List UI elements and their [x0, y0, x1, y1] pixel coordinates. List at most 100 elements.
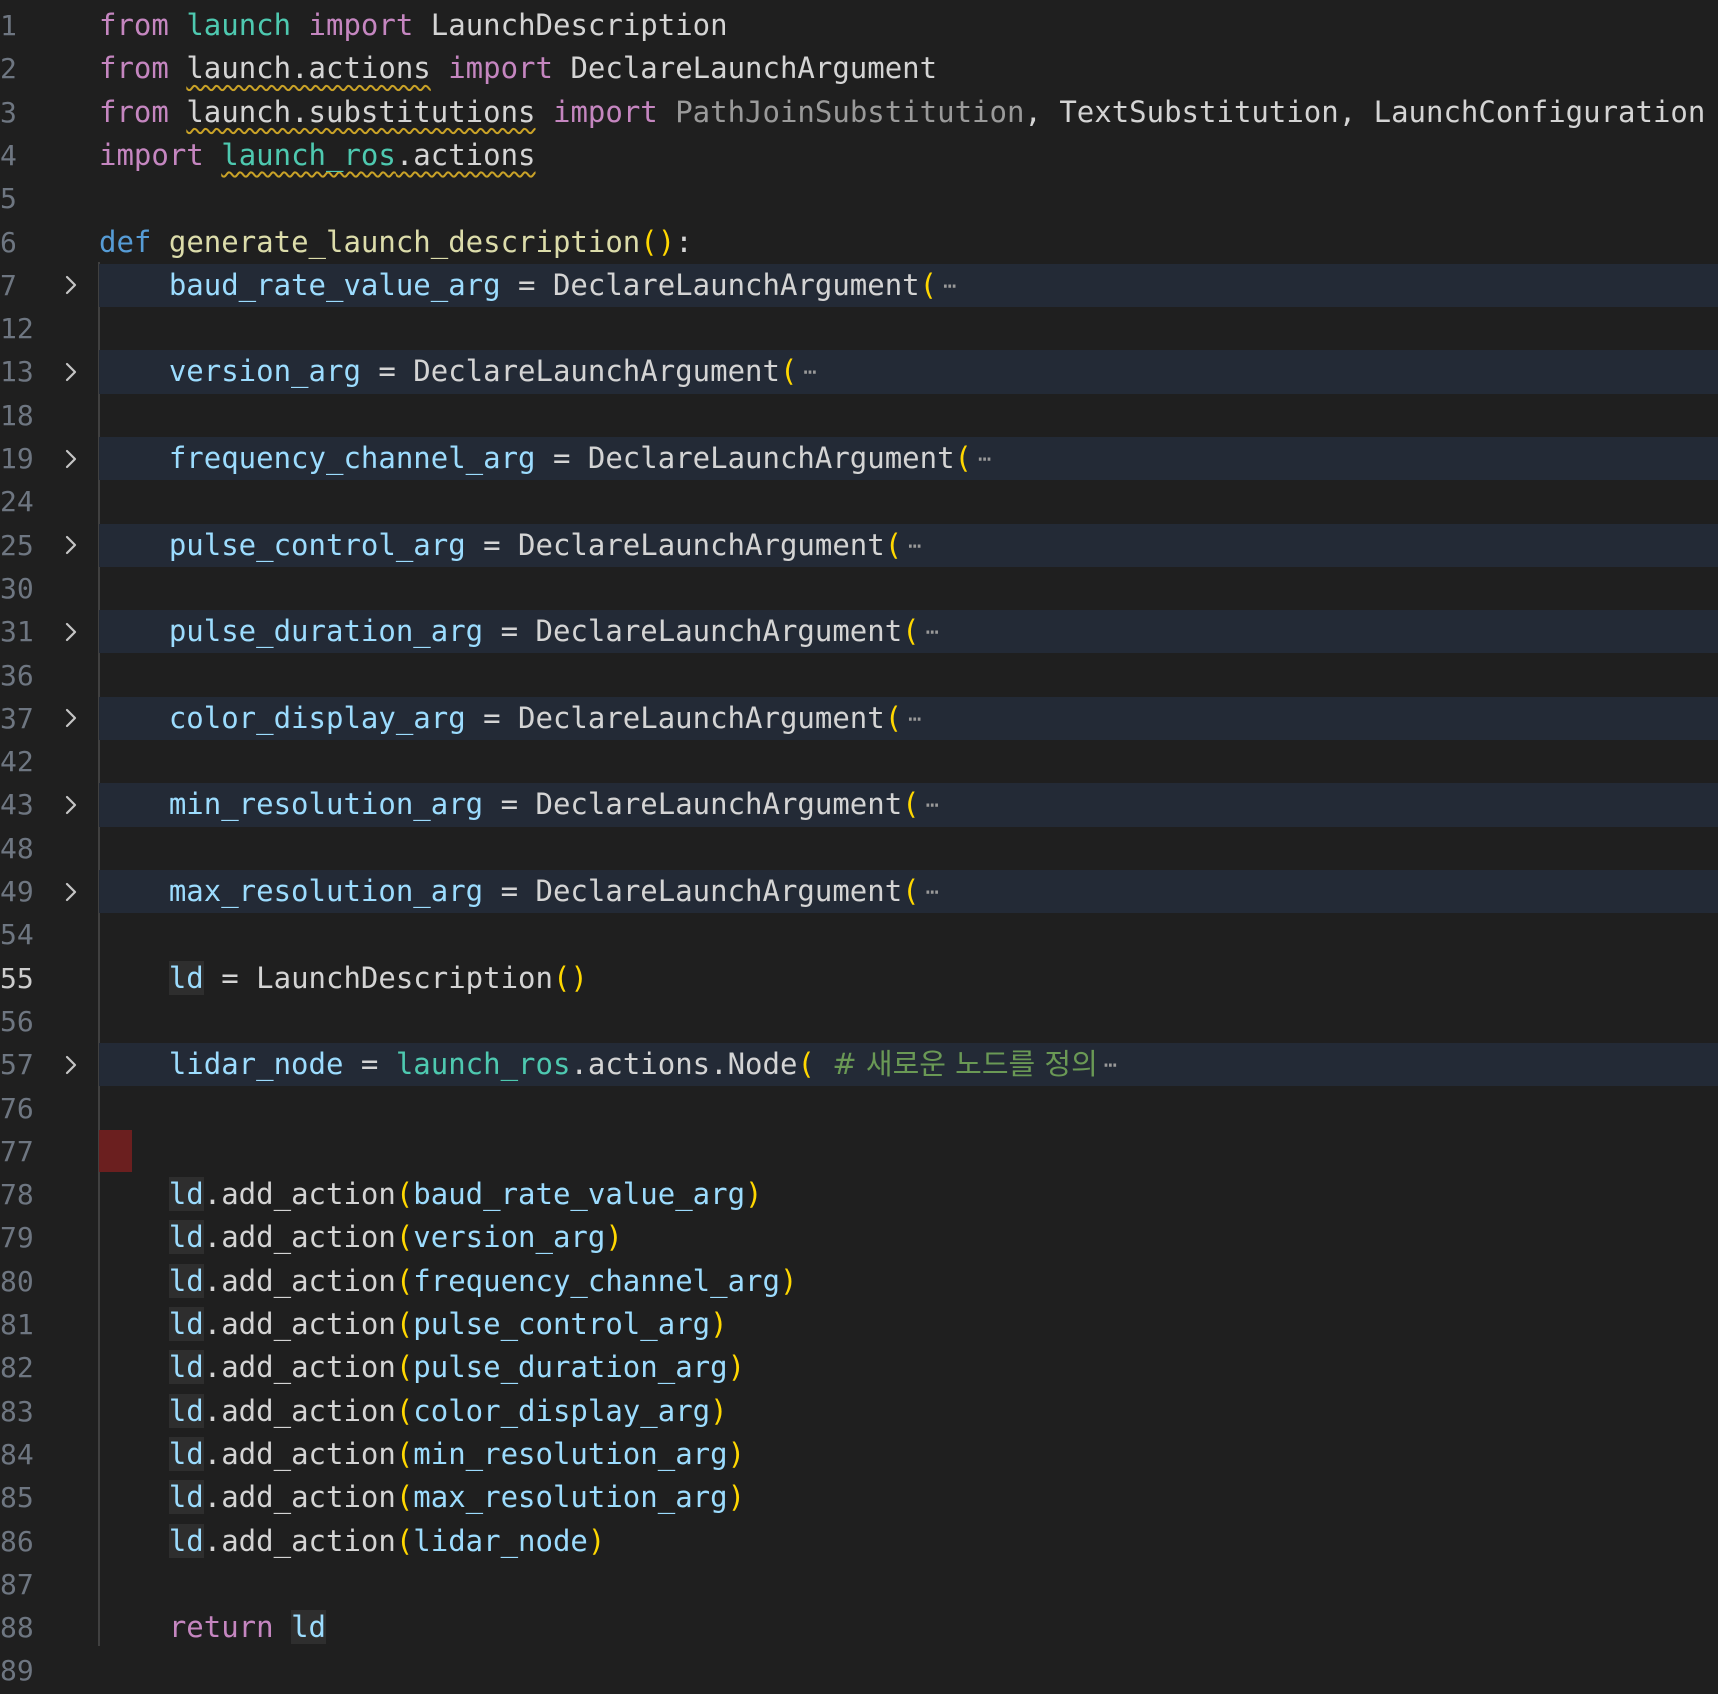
- code-line[interactable]: 1 from launch import LaunchDescription: [0, 4, 1718, 47]
- code-line[interactable]: 4 import launch_ros.actions: [0, 134, 1718, 177]
- code-line[interactable]: 36: [0, 654, 1718, 697]
- code-text[interactable]: version_arg = DeclareLaunchArgument(⋯: [99, 350, 817, 393]
- code-line[interactable]: 25 pulse_control_arg = DeclareLaunchArgu…: [0, 523, 1718, 567]
- code-text[interactable]: from launch.actions import DeclareLaunch…: [99, 47, 937, 90]
- code-editor[interactable]: 1 from launch import LaunchDescription 2 fr…: [0, 0, 1718, 1694]
- code-text[interactable]: ld = LaunchDescription(): [99, 957, 588, 1000]
- code-text[interactable]: pulse_duration_arg = DeclareLaunchArgume…: [99, 610, 939, 653]
- code-line[interactable]: 85 ld.add_action(max_resolution_arg): [0, 1476, 1718, 1519]
- code-text[interactable]: import launch_ros.actions: [99, 134, 536, 177]
- code-text[interactable]: baud_rate_value_arg = DeclareLaunchArgum…: [99, 264, 957, 307]
- line-number: 24: [0, 485, 34, 519]
- code-line[interactable]: 82 ld.add_action(pulse_duration_arg): [0, 1346, 1718, 1389]
- code-line[interactable]: 2 from launch.actions import DeclareLaunc…: [0, 47, 1718, 90]
- folded-ellipsis-icon[interactable]: ⋯: [908, 534, 921, 559]
- code-token: import: [448, 51, 553, 86]
- code-line[interactable]: 56: [0, 1000, 1718, 1043]
- code-token: ld: [168, 1436, 204, 1471]
- code-line[interactable]: 42: [0, 740, 1718, 783]
- code-line[interactable]: 88 return ld: [0, 1606, 1718, 1649]
- code-text[interactable]: ld.add_action(max_resolution_arg): [99, 1476, 745, 1519]
- code-line[interactable]: 24: [0, 480, 1718, 523]
- code-line[interactable]: 12: [0, 307, 1718, 350]
- folded-ellipsis-icon[interactable]: ⋯: [926, 793, 939, 818]
- code-text[interactable]: ld.add_action(pulse_duration_arg): [99, 1346, 745, 1389]
- folded-ellipsis-icon[interactable]: ⋯: [908, 707, 921, 732]
- code-text[interactable]: ld.add_action(lidar_node): [99, 1520, 605, 1563]
- code-line[interactable]: 48: [0, 827, 1718, 870]
- code-token: .add_action: [203, 1393, 396, 1428]
- code-text[interactable]: from launch.substitutions import PathJoi…: [99, 91, 1705, 134]
- chevron-right-icon[interactable]: [58, 697, 84, 740]
- chevron-right-icon[interactable]: [58, 870, 84, 913]
- code-token: ): [710, 1307, 728, 1341]
- chevron-right-icon[interactable]: [58, 437, 84, 480]
- code-line[interactable]: 31 pulse_duration_arg = DeclareLaunchArg…: [0, 610, 1718, 654]
- code-line[interactable]: 49 max_resolution_arg = DeclareLaunchArg…: [0, 870, 1718, 914]
- code-text[interactable]: frequency_channel_arg = DeclareLaunchArg…: [99, 437, 991, 480]
- chevron-right-icon[interactable]: [58, 1043, 84, 1086]
- code-line[interactable]: 89: [0, 1649, 1718, 1692]
- code-line[interactable]: 79 ld.add_action(version_arg): [0, 1216, 1718, 1259]
- folded-ellipsis-icon[interactable]: ⋯: [943, 274, 956, 299]
- chevron-right-icon[interactable]: [58, 264, 84, 307]
- code-text[interactable]: ld.add_action(min_resolution_arg): [99, 1433, 745, 1476]
- chevron-right-icon[interactable]: [58, 610, 84, 653]
- code-line[interactable]: 30: [0, 567, 1718, 610]
- code-text[interactable]: lidar_node = launch_ros.actions.Node( # …: [99, 1043, 1117, 1086]
- folded-ellipsis-icon[interactable]: ⋯: [926, 880, 939, 905]
- code-token: (: [395, 1220, 414, 1255]
- code-line[interactable]: 3 from launch.substitutions import PathJo…: [0, 91, 1718, 134]
- code-line[interactable]: 19 frequency_channel_arg = DeclareLaunch…: [0, 437, 1718, 481]
- line-number: 81: [0, 1308, 34, 1341]
- code-line[interactable]: 78 ld.add_action(baud_rate_value_arg): [0, 1173, 1718, 1216]
- code-text[interactable]: ld.add_action(frequency_channel_arg): [99, 1260, 797, 1303]
- code-line[interactable]: 5: [0, 177, 1718, 220]
- code-line[interactable]: 57 lidar_node = launch_ros.actions.Node(…: [0, 1043, 1718, 1087]
- code-text[interactable]: def generate_launch_description():: [99, 221, 693, 264]
- code-line[interactable]: 80 ld.add_action(frequency_channel_arg): [0, 1260, 1718, 1303]
- code-text[interactable]: pulse_control_arg = DeclareLaunchArgumen…: [99, 524, 922, 567]
- code-token: .add_action: [203, 1307, 396, 1341]
- code-line[interactable]: 86 ld.add_action(lidar_node): [0, 1520, 1718, 1563]
- code-token: (: [395, 1480, 414, 1515]
- code-text[interactable]: color_display_arg = DeclareLaunchArgumen…: [99, 697, 922, 740]
- folded-ellipsis-icon[interactable]: ⋯: [926, 620, 939, 645]
- chevron-right-icon[interactable]: [58, 350, 84, 393]
- folded-ellipsis-icon[interactable]: ⋯: [1104, 1053, 1117, 1078]
- code-text[interactable]: min_resolution_arg = DeclareLaunchArgume…: [99, 783, 939, 826]
- code-line[interactable]: 77: [0, 1130, 1718, 1173]
- code-text[interactable]: ld.add_action(pulse_control_arg): [99, 1303, 728, 1346]
- code-line[interactable]: 81 ld.add_action(pulse_control_arg): [0, 1303, 1718, 1346]
- folded-ellipsis-icon[interactable]: ⋯: [803, 360, 816, 385]
- code-line[interactable]: 55 ld = LaunchDescription(): [0, 957, 1718, 1000]
- code-line[interactable]: 54: [0, 913, 1718, 956]
- code-text[interactable]: return ld: [99, 1606, 326, 1649]
- code-token: TextSubstitution: [1059, 94, 1339, 129]
- code-line[interactable]: 76: [0, 1087, 1718, 1130]
- code-line[interactable]: 84 ld.add_action(min_resolution_arg): [0, 1433, 1718, 1476]
- code-line[interactable]: 87: [0, 1563, 1718, 1606]
- code-text[interactable]: ld.add_action(version_arg): [99, 1216, 623, 1259]
- code-line[interactable]: 13 version_arg = DeclareLaunchArgument(⋯: [0, 350, 1718, 394]
- code-line[interactable]: 7 baud_rate_value_arg = DeclareLaunchArg…: [0, 263, 1718, 308]
- folded-ellipsis-icon[interactable]: ⋯: [978, 447, 991, 472]
- code-text[interactable]: max_resolution_arg = DeclareLaunchArgume…: [99, 870, 939, 913]
- code-line[interactable]: 18: [0, 394, 1718, 437]
- chevron-right-icon[interactable]: [58, 783, 84, 826]
- code-line[interactable]: 83 ld.add_action(color_display_arg): [0, 1390, 1718, 1433]
- line-number: 19: [0, 442, 34, 475]
- line-number: 5: [0, 182, 17, 216]
- code-line[interactable]: 6 def generate_launch_description():: [0, 221, 1718, 264]
- code-text[interactable]: ld.add_action(baud_rate_value_arg): [99, 1173, 763, 1216]
- code-text[interactable]: from launch import LaunchDescription: [99, 4, 728, 47]
- code-token: (: [797, 1047, 815, 1082]
- code-line[interactable]: 37 color_display_arg = DeclareLaunchArgu…: [0, 696, 1718, 741]
- code-text[interactable]: ld.add_action(color_display_arg): [99, 1390, 728, 1433]
- chevron-right-icon[interactable]: [58, 524, 84, 567]
- code-token: (): [640, 224, 676, 259]
- code-line[interactable]: 43 min_resolution_arg = DeclareLaunchArg…: [0, 783, 1718, 827]
